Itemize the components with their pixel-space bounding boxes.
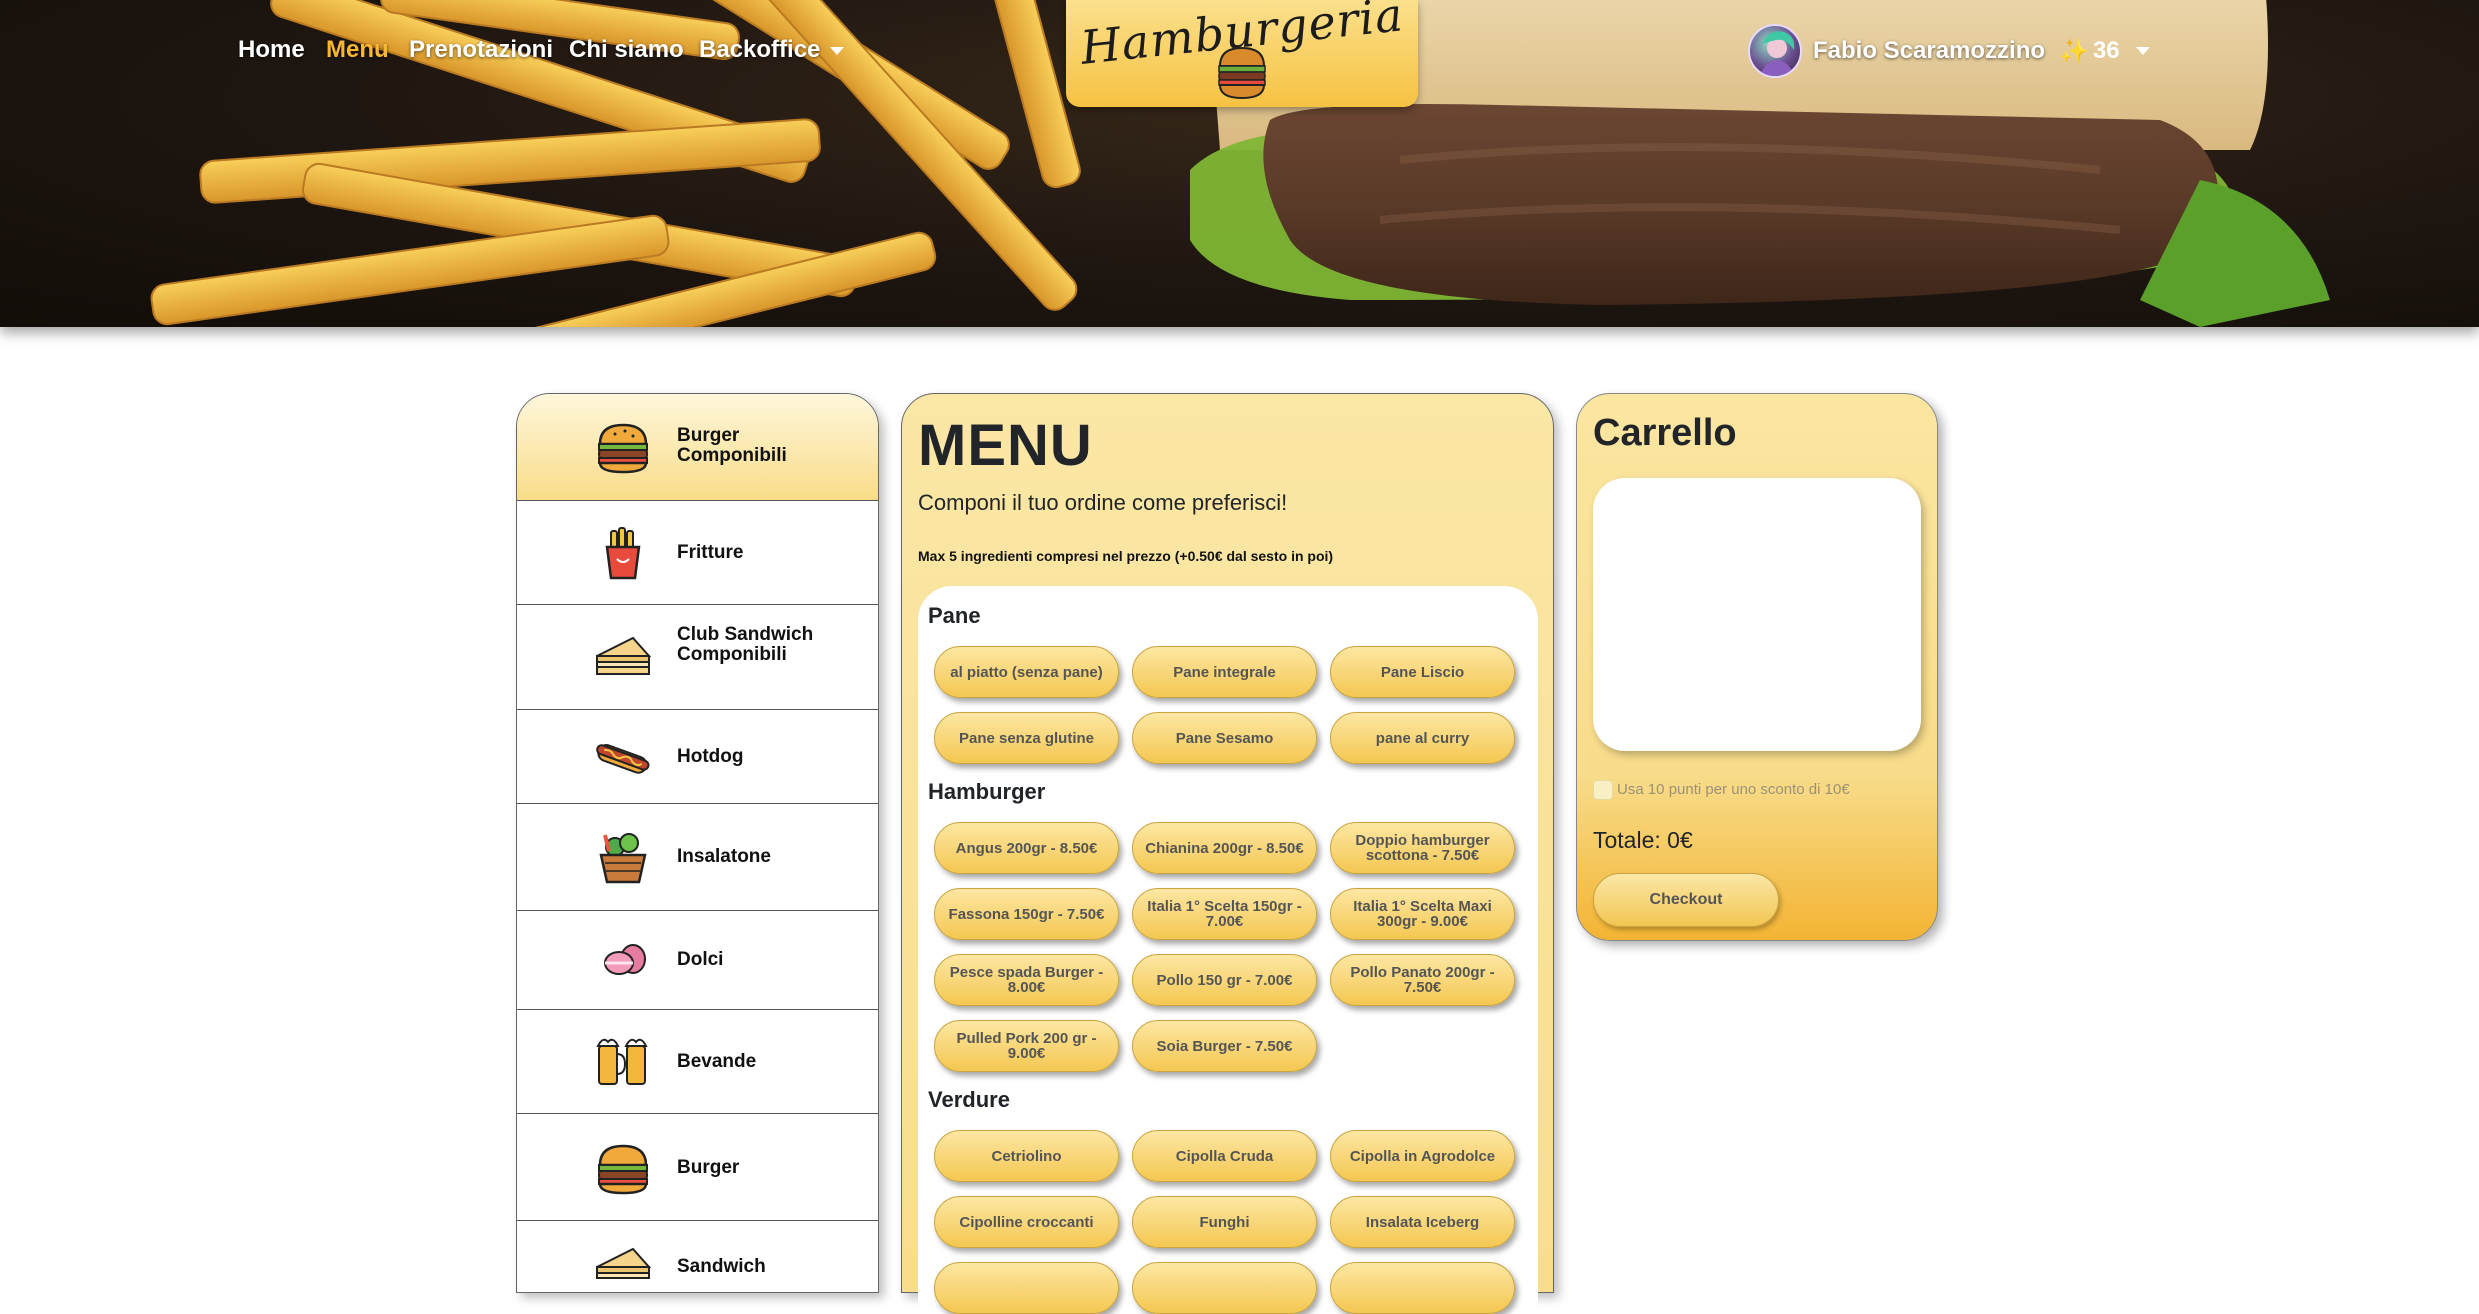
nav-menu-link[interactable]: Menu [326,36,389,64]
site-logo[interactable]: Hamburgeria [1066,0,1418,107]
sidebar-item-label: Insalatone [677,846,771,867]
sandwich-icon [596,1247,651,1279]
burger-icon [598,423,648,474]
ingredient-button[interactable]: al piatto (senza pane) [934,646,1119,698]
user-name: Fabio Scaramozzino [1813,37,2046,64]
checkout-button[interactable]: Checkout [1593,873,1779,927]
sidebar-item-label: Bevande [677,1051,757,1072]
chevron-down-icon [830,46,845,55]
nav-prenotazioni-link[interactable]: Prenotazioni [409,36,553,64]
sidebar-item-label: Dolci [677,949,724,970]
ingredient-button[interactable]: Pesce spada Burger - 8.00€ [934,954,1119,1006]
sidebar-item-label: Fritture [677,542,744,563]
hero-banner: Home Menu Prenotazioni Chi siamo Backoff… [0,0,2479,327]
ingredient-button[interactable]: Cetriolino [934,1130,1119,1182]
ingredient-button[interactable] [934,1262,1119,1314]
burger-icon [598,1144,648,1195]
user-menu-dropdown[interactable]: Fabio Scaramozzino ✨ 36 [1748,24,2150,78]
cart-title: Carrello [1593,412,1737,454]
sidebar-item-hotdog[interactable]: Hotdog [517,710,878,804]
menu-note: Max 5 ingredienti compresi nel prezzo (+… [918,548,1334,564]
sidebar-item-fritture[interactable]: Fritture [517,501,878,605]
sidebar-item-label: Burger [677,1157,740,1178]
sidebar-item-insalatone[interactable]: Insalatone [517,804,878,911]
section-heading-hamburger: Hamburger [928,779,1046,804]
cart-panel: Carrello Usa 10 punti per uno sconto di … [1576,393,1938,941]
ingredient-button[interactable]: Pane integrale [1132,646,1317,698]
menu-panel: MENU Componi il tuo ordine come preferis… [901,393,1554,1314]
ingredient-button[interactable]: Pollo 150 gr - 7.00€ [1132,954,1317,1006]
ingredient-button[interactable]: Angus 200gr - 8.50€ [934,822,1119,874]
sidebar-item-sandwich[interactable]: Sandwich [517,1221,878,1292]
menu-subtitle: Componi il tuo ordine come preferisci! [918,490,1288,515]
salad-basket-icon [599,833,647,884]
ingredient-button[interactable]: Chianina 200gr - 8.50€ [1132,822,1317,874]
use-points-label: Usa 10 punti per uno sconto di 10€ [1617,781,1850,798]
fries-icon [605,527,641,580]
cart-items-list [1593,478,1921,751]
use-points-checkbox[interactable] [1593,780,1613,800]
sidebar-item-label: Sandwich [677,1256,766,1277]
macaron-icon [604,944,646,975]
logo-burger-icon [1218,46,1266,100]
cart-total: Totale: 0€ [1593,827,1693,853]
nav-backoffice-dropdown[interactable]: Backoffice [699,36,845,64]
sidebar-item-burger-componibili[interactable]: Burger Componibili [517,394,878,501]
ingredient-button[interactable] [1132,1262,1317,1314]
ingredient-button[interactable]: Pollo Panato 200gr - 7.50€ [1330,954,1515,1006]
sidebar-item-burger[interactable]: Burger [517,1114,878,1221]
sidebar-item-club-sandwich[interactable]: Club Sandwich Componibili [517,605,878,710]
ingredient-button[interactable]: Fassona 150gr - 7.50€ [934,888,1119,940]
chevron-down-icon [2135,47,2150,55]
ingredient-button[interactable]: Doppio hamburger scottona - 7.50€ [1330,822,1515,874]
page-title: MENU [918,413,1093,478]
sidebar-item-label: Club Sandwich Componibili [677,624,814,665]
ingredient-button[interactable]: pane al curry [1330,712,1515,764]
ingredient-button[interactable]: Pane Liscio [1330,646,1515,698]
beer-mugs-icon [596,1038,648,1085]
avatar [1748,24,1802,78]
ingredient-button[interactable]: Italia 1° Scelta 150gr - 7.00€ [1132,888,1317,940]
sidebar-item-dolci[interactable]: Dolci [517,911,878,1010]
sparkle-icon: ✨ [2059,37,2089,65]
section-heading-pane: Pane [928,603,981,628]
ingredient-button[interactable]: Pane senza glutine [934,712,1119,764]
hotdog-icon [596,744,650,774]
ingredient-button[interactable]: Cipolline croccanti [934,1196,1119,1248]
ingredient-button[interactable]: Insalata Iceberg [1330,1196,1515,1248]
ingredient-button[interactable]: Funghi [1132,1196,1317,1248]
ingredient-button[interactable]: Italia 1° Scelta Maxi 300gr - 9.00€ [1330,888,1515,940]
nav-backoffice-label: Backoffice [699,36,821,63]
section-heading-verdure: Verdure [928,1087,1010,1112]
sidebar-item-label: Hotdog [677,746,744,767]
sidebar-item-bevande[interactable]: Bevande [517,1010,878,1114]
ingredient-button[interactable]: Pulled Pork 200 gr - 9.00€ [934,1020,1119,1072]
ingredient-button[interactable]: Cipolla in Agrodolce [1330,1130,1515,1182]
user-points: 36 [2092,37,2120,64]
nav-chi-siamo-link[interactable]: Chi siamo [569,36,684,64]
sidebar-item-label: Burger Componibili [677,425,787,466]
ingredient-button[interactable]: Cipolla Cruda [1132,1130,1317,1182]
ingredients-panel: Pane al piatto (senza pane) Pane integra… [918,586,1538,1314]
category-sidebar: Burger Componibili Fritture Club Sandwic… [516,393,879,1293]
sandwich-icon [596,636,651,675]
ingredient-button[interactable] [1330,1262,1515,1314]
ingredient-button[interactable]: Pane Sesamo [1132,712,1317,764]
ingredient-button[interactable]: Soia Burger - 7.50€ [1132,1020,1317,1072]
nav-home-link[interactable]: Home [238,36,305,64]
